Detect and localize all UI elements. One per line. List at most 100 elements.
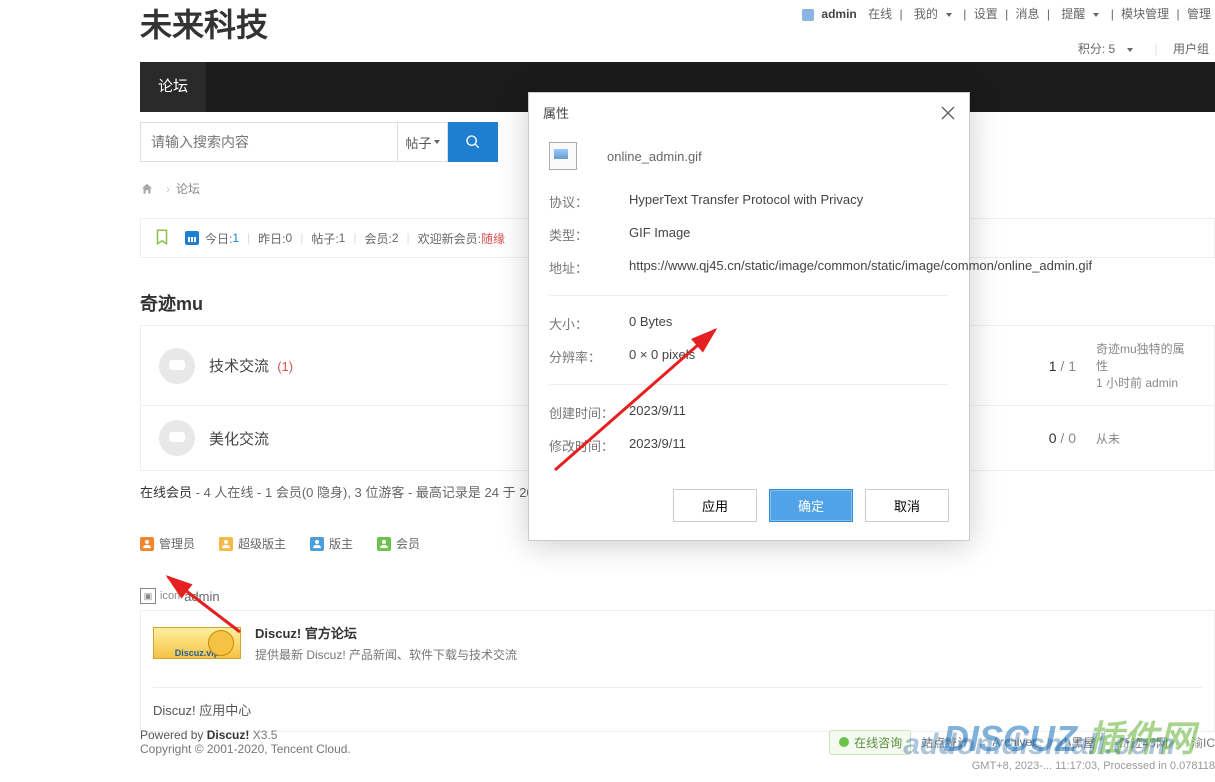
manage-link[interactable]: 管理 — [1187, 7, 1211, 21]
stats-posts-label: 帖子: — [311, 230, 338, 247]
modified-label: 修改时间： — [549, 436, 629, 455]
online-title[interactable]: 在线会员 — [140, 485, 192, 500]
gmt-info: GMT+8, 2023-... 11:17:03, Processed in 0… — [972, 760, 1215, 772]
search-type-select[interactable]: 帖子 — [398, 122, 448, 162]
forum-meta: 从未 — [1096, 430, 1196, 447]
apply-button[interactable]: 应用 — [673, 489, 757, 522]
online-user-row: ▣icon admin — [140, 588, 1215, 604]
online-detail: - 4 人在线 - 1 会员(0 隐身), 3 位游客 - 最高记录是 24 于… — [196, 485, 541, 500]
breadcrumb-forum[interactable]: 论坛 — [176, 180, 200, 197]
admin-badge-icon — [140, 537, 154, 551]
points-label[interactable]: 积分: 5 — [1072, 42, 1139, 56]
divider — [549, 384, 949, 385]
ok-button[interactable]: 确定 — [769, 489, 853, 522]
mobile-link[interactable]: 小黑屋 — [1059, 734, 1095, 751]
home-icon[interactable] — [140, 182, 154, 196]
chart-icon[interactable] — [185, 231, 199, 245]
close-button[interactable] — [941, 106, 955, 120]
cancel-button[interactable]: 取消 — [865, 489, 949, 522]
my-menu[interactable]: 我的 — [910, 7, 956, 21]
address-value: https://www.qj45.cn/static/image/common/… — [629, 258, 1092, 277]
size-label: 大小： — [549, 314, 629, 333]
stats-newmember[interactable]: 随缘 — [481, 230, 505, 247]
stats-yesterday-label: 昨日: — [258, 230, 285, 247]
dialog-title: 属性 — [543, 103, 569, 122]
qj45-link[interactable]: 奇迹45网 — [1119, 734, 1168, 751]
top-user-bar: admin 在线 | 我的 | 设置 | 消息 | 提醒 | 模块管理 | 管理 — [794, 5, 1215, 22]
dim-label: 分辨率： — [549, 347, 629, 366]
caret-icon — [434, 140, 440, 144]
footer: Powered by Discuz! X3.5 Copyright © 2001… — [140, 728, 1215, 756]
consult-button[interactable]: 在线咨询 — [829, 730, 911, 755]
user-icon — [802, 9, 814, 21]
nav-forum[interactable]: 论坛 — [140, 62, 206, 112]
modified-value: 2023/9/11 — [629, 436, 949, 455]
copyright: Copyright © 2001-2020, Tencent Cloud. — [140, 742, 351, 756]
divider — [549, 295, 949, 296]
stats-welcome-label: 欢迎新会员: — [418, 230, 481, 247]
speech-icon — [159, 420, 195, 456]
forum-stats: 0 / 0 — [1049, 430, 1076, 446]
stats-yesterday-value: 0 — [286, 231, 293, 245]
bookmark-icon[interactable] — [153, 228, 173, 248]
stats-today-label: 今日: — [205, 230, 232, 247]
modules-link[interactable]: 模块管理 — [1121, 7, 1169, 21]
close-icon — [941, 106, 955, 120]
search-icon — [465, 134, 481, 150]
size-value: 0 Bytes — [629, 314, 949, 333]
mod-badge-icon — [310, 537, 324, 551]
speech-icon — [159, 348, 195, 384]
legend-admin: 管理员 — [140, 535, 195, 552]
type-value: GIF Image — [629, 225, 949, 244]
stats-posts-value: 1 — [339, 231, 346, 245]
username[interactable]: admin — [821, 7, 856, 21]
legend-member: 会员 — [377, 535, 420, 552]
forum-meta: 奇迹mu独特的属性1 小时前 admin — [1096, 340, 1196, 391]
stats-members-label: 会员: — [364, 230, 391, 247]
legend-mod: 版主 — [310, 535, 353, 552]
stats-today-value: 1 — [232, 231, 239, 245]
filename: online_admin.gif — [607, 149, 702, 164]
online-status: 在线 — [868, 7, 892, 21]
created-label: 创建时间： — [549, 403, 629, 422]
discuz-title[interactable]: Discuz! 官方论坛 — [255, 623, 517, 642]
broken-image-icon: ▣ — [140, 588, 156, 604]
section-title[interactable]: 奇迹mu — [140, 290, 203, 316]
usergroup-link[interactable]: 用户组 — [1173, 42, 1209, 56]
dim-value: 0 × 0 pixels — [629, 347, 949, 366]
caret-icon — [1127, 48, 1133, 52]
brand-link[interactable]: Discuz! — [207, 728, 253, 742]
file-type-icon — [549, 142, 577, 170]
discuz-box: Discuz.vip Discuz! 官方论坛 提供最新 Discuz! 产品新… — [140, 610, 1215, 732]
protocol-value: HyperText Transfer Protocol with Privacy — [629, 192, 949, 211]
settings-link[interactable]: 设置 — [974, 7, 998, 21]
created-value: 2023/9/11 — [629, 403, 949, 422]
version-label: X3.5 — [253, 728, 278, 742]
powered-label: Powered by — [140, 728, 207, 742]
caret-icon — [946, 13, 952, 17]
search-input[interactable] — [140, 122, 398, 162]
discuz-logo[interactable]: Discuz.vip — [153, 627, 241, 659]
legend-smod: 超级版主 — [219, 535, 286, 552]
sitestat-link[interactable]: 站点统计 — [921, 734, 969, 751]
archiver-link[interactable]: Archiver — [992, 735, 1036, 749]
protocol-label: 协议： — [549, 192, 629, 211]
messages-link[interactable]: 消息 — [1016, 7, 1040, 21]
app-center-link[interactable]: Discuz! 应用中心 — [153, 687, 1202, 719]
online-user[interactable]: admin — [184, 589, 219, 604]
properties-dialog: 属性 online_admin.gif 协议：HyperText Transfe… — [528, 92, 970, 541]
stats-members-value: 2 — [392, 231, 399, 245]
remind-menu[interactable]: 提醒 — [1057, 7, 1103, 21]
address-label: 地址： — [549, 258, 629, 277]
points-bar: 积分: 5 | 用户组 — [1066, 40, 1215, 57]
site-title: 未来科技 — [140, 0, 268, 46]
type-label: 类型： — [549, 225, 629, 244]
forum-stats: 1 / 1 — [1049, 358, 1076, 374]
smod-badge-icon — [219, 537, 233, 551]
search-button[interactable] — [448, 122, 498, 162]
caret-icon — [1093, 13, 1099, 17]
breadcrumb: › 论坛 — [140, 180, 200, 197]
discuz-desc: 提供最新 Discuz! 产品新闻、软件下载与技术交流 — [255, 646, 517, 663]
icp-link[interactable]: 渝IC — [1191, 734, 1215, 751]
member-badge-icon — [377, 537, 391, 551]
